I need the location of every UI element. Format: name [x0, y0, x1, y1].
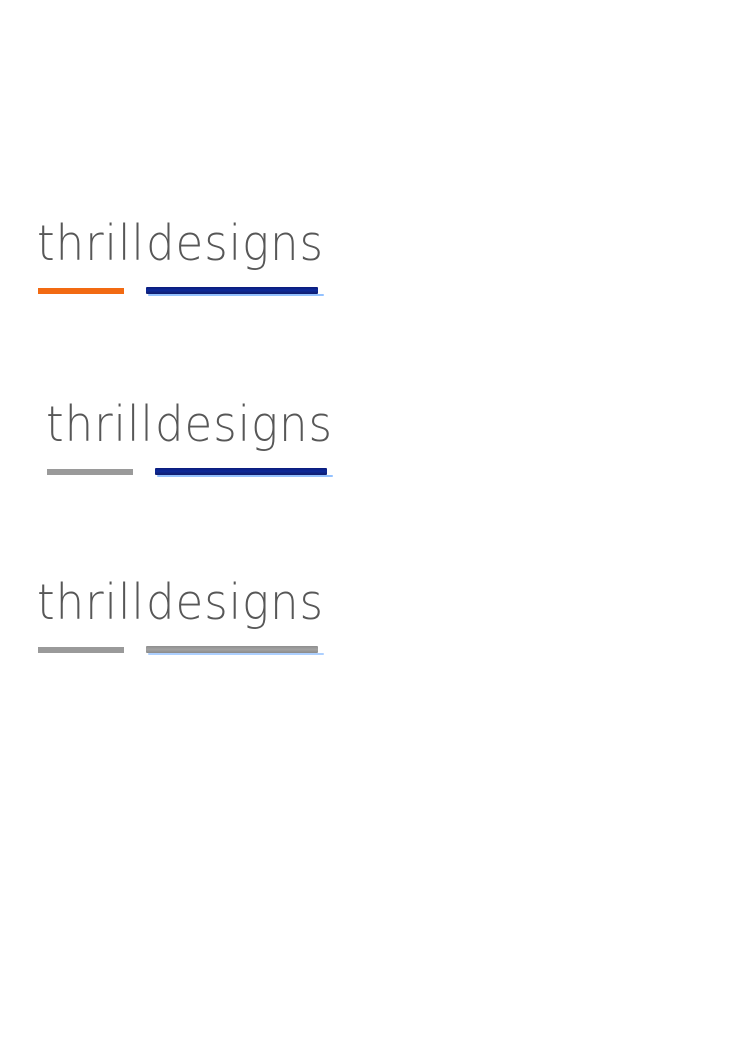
thrill-underline-grey — [38, 647, 124, 653]
thrill-underline-grey — [47, 469, 133, 475]
designs-underline-navy — [146, 287, 324, 296]
designs-underline-navy — [155, 468, 333, 477]
logo-word-thrill: thrill — [37, 215, 145, 272]
logo-word-thrill: thrill — [46, 396, 154, 453]
logo-word-designs: designs — [155, 396, 333, 453]
logo-word-designs: designs — [146, 574, 324, 631]
logo-word-designs: designs — [146, 215, 324, 272]
logo-word-thrill: thrill — [37, 574, 145, 631]
designs-underline-grey — [146, 646, 324, 655]
thrill-underline-orange — [38, 288, 124, 294]
